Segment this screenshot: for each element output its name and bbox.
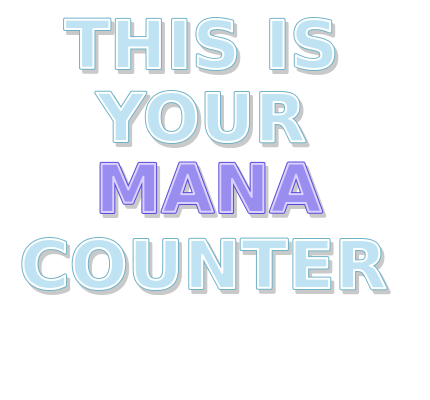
title-line-your: YOUR YOUR YOUR	[94, 78, 311, 163]
svg-text:COUNTER: COUNTER	[20, 227, 388, 304]
mana-counter-title: THIS IS THIS IS THIS IS YOUR YOUR YOUR M…	[0, 0, 430, 400]
title-art: THIS IS THIS IS THIS IS YOUR YOUR YOUR M…	[18, 5, 392, 310]
title-line-this-is: THIS IS THIS IS THIS IS	[63, 5, 343, 90]
svg-text:THIS IS: THIS IS	[65, 7, 339, 84]
svg-text:YOUR: YOUR	[96, 80, 307, 157]
title-line-mana: MANA MANA MANA	[93, 149, 326, 234]
svg-text:MANA: MANA	[95, 151, 322, 228]
title-line-counter: COUNTER COUNTER COUNTER	[18, 225, 392, 310]
